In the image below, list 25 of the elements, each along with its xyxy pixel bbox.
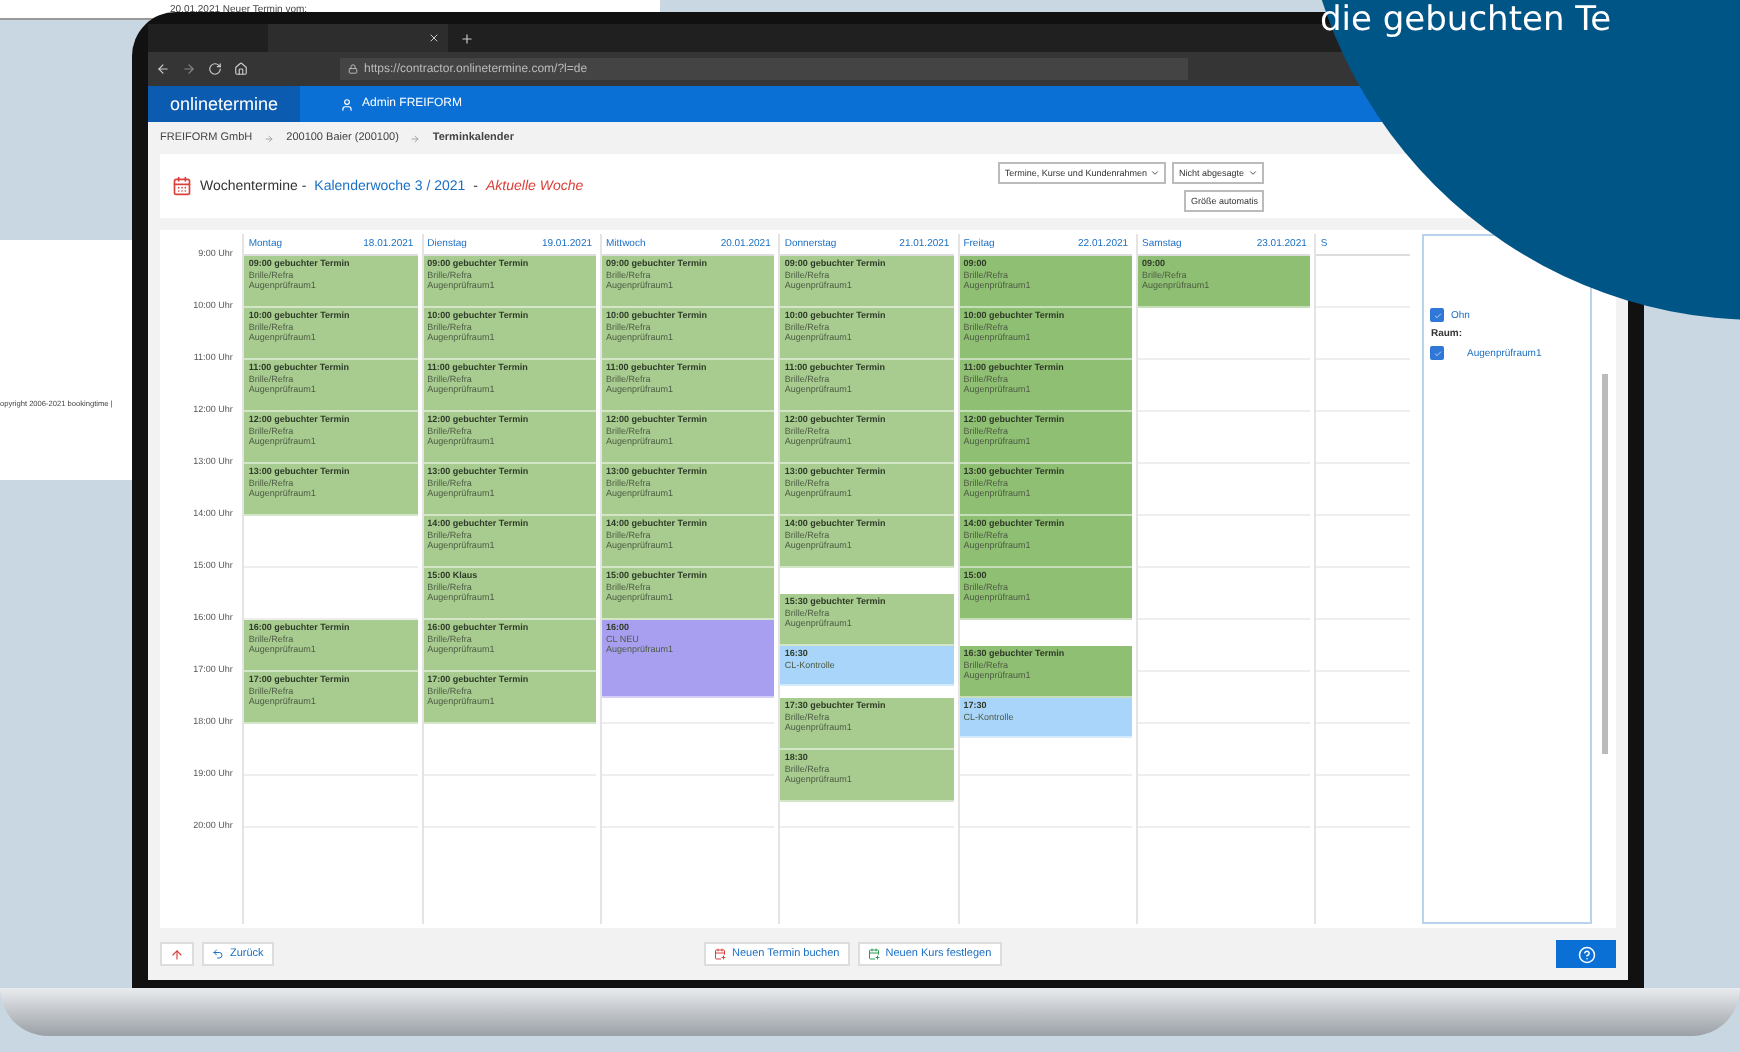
checkbox[interactable] bbox=[1430, 308, 1445, 322]
help-button[interactable] bbox=[1556, 940, 1616, 968]
close-icon[interactable] bbox=[428, 32, 440, 44]
scrollbar[interactable] bbox=[1602, 374, 1608, 754]
help-icon bbox=[1577, 945, 1595, 963]
home-icon[interactable] bbox=[234, 62, 248, 76]
reload-icon[interactable] bbox=[208, 62, 222, 76]
chevron-icon bbox=[410, 133, 421, 143]
calendar-plus-icon bbox=[714, 948, 727, 960]
undo-icon bbox=[212, 948, 224, 960]
new-tab-icon[interactable] bbox=[460, 31, 474, 45]
caret-icon bbox=[1248, 167, 1258, 177]
user-icon bbox=[340, 97, 354, 111]
chevron-icon bbox=[264, 133, 275, 143]
arrow-up-icon bbox=[170, 947, 184, 961]
lock-icon bbox=[348, 64, 358, 74]
top-button[interactable] bbox=[160, 942, 194, 966]
forward-icon[interactable] bbox=[182, 62, 196, 76]
calendar-icon bbox=[172, 176, 192, 196]
back-icon[interactable] bbox=[156, 62, 170, 76]
promo-text: die gebuchten Te bbox=[1320, 0, 1612, 40]
logo[interactable]: onlinetermine bbox=[148, 86, 300, 122]
calendar-plus-icon bbox=[867, 948, 880, 960]
caret-icon bbox=[1150, 167, 1161, 177]
checkbox[interactable] bbox=[1430, 346, 1445, 360]
